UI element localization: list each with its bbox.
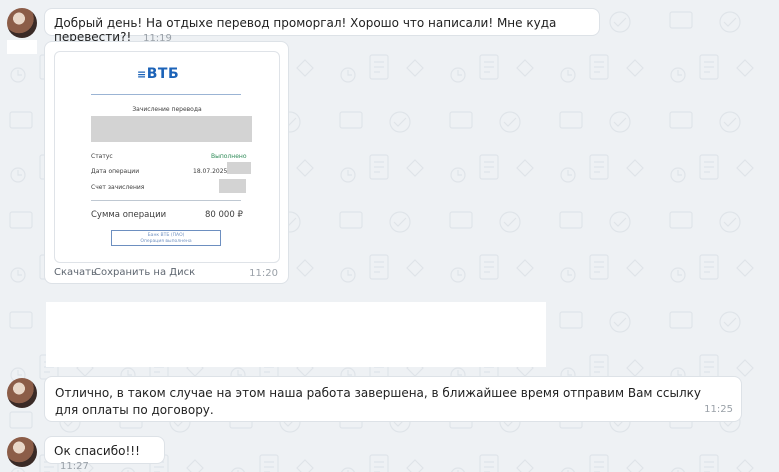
account-label: Счет зачисления (91, 184, 145, 191)
receipt-preview[interactable]: ≡ВТБ Зачисление перевода Статус Выполнен… (54, 51, 280, 263)
redacted-block (46, 302, 546, 367)
date-label: Дата операции (91, 168, 140, 175)
message-text: Отлично, в таком случае на этом наша раб… (55, 386, 701, 417)
stamp-line: Операция выполнена (140, 239, 192, 244)
attachment-bubble: ≡ВТБ Зачисление перевода Статус Выполнен… (44, 41, 289, 284)
message-bubble: Ок спасибо!!! 11:27 (44, 436, 165, 472)
message-bubble: Добрый день! На отдыхе перевод проморгал… (44, 8, 600, 44)
redacted-block (7, 40, 37, 54)
save-to-disk-link[interactable]: Сохранить на Диск (94, 267, 195, 278)
redacted-block (227, 162, 251, 174)
avatar[interactable] (7, 378, 37, 408)
receipt-title: Зачисление перевода (132, 106, 202, 113)
message-bubble: Отлично, в таком случае на этом наша раб… (44, 376, 742, 422)
vtb-logo-text: ВТБ (146, 66, 180, 82)
message-time: 11:27 (60, 461, 89, 472)
message-time: 11:20 (249, 268, 278, 279)
receipt-divider (91, 94, 241, 95)
vtb-logo-stripes-icon: ≡ (137, 68, 147, 81)
redacted-block (219, 179, 246, 193)
date-value: 18.07.2025, (193, 168, 230, 175)
message-time: 11:25 (704, 404, 733, 415)
redacted-block (91, 116, 252, 142)
sum-label: Сумма операции (91, 210, 167, 220)
status-value: Выполнено (211, 153, 247, 160)
status-label: Статус (91, 153, 113, 160)
message-text: Ок спасибо!!! (54, 444, 140, 458)
vtb-logo: ≡ВТБ (137, 66, 179, 82)
sum-value: 80 000 ₽ (205, 210, 243, 220)
download-link[interactable]: Скачать (54, 267, 97, 278)
bank-stamp: Банк ВТБ (ПАО) Операция выполнена (111, 230, 221, 246)
avatar[interactable] (7, 8, 37, 38)
receipt-divider (91, 200, 241, 201)
avatar[interactable] (7, 437, 37, 467)
